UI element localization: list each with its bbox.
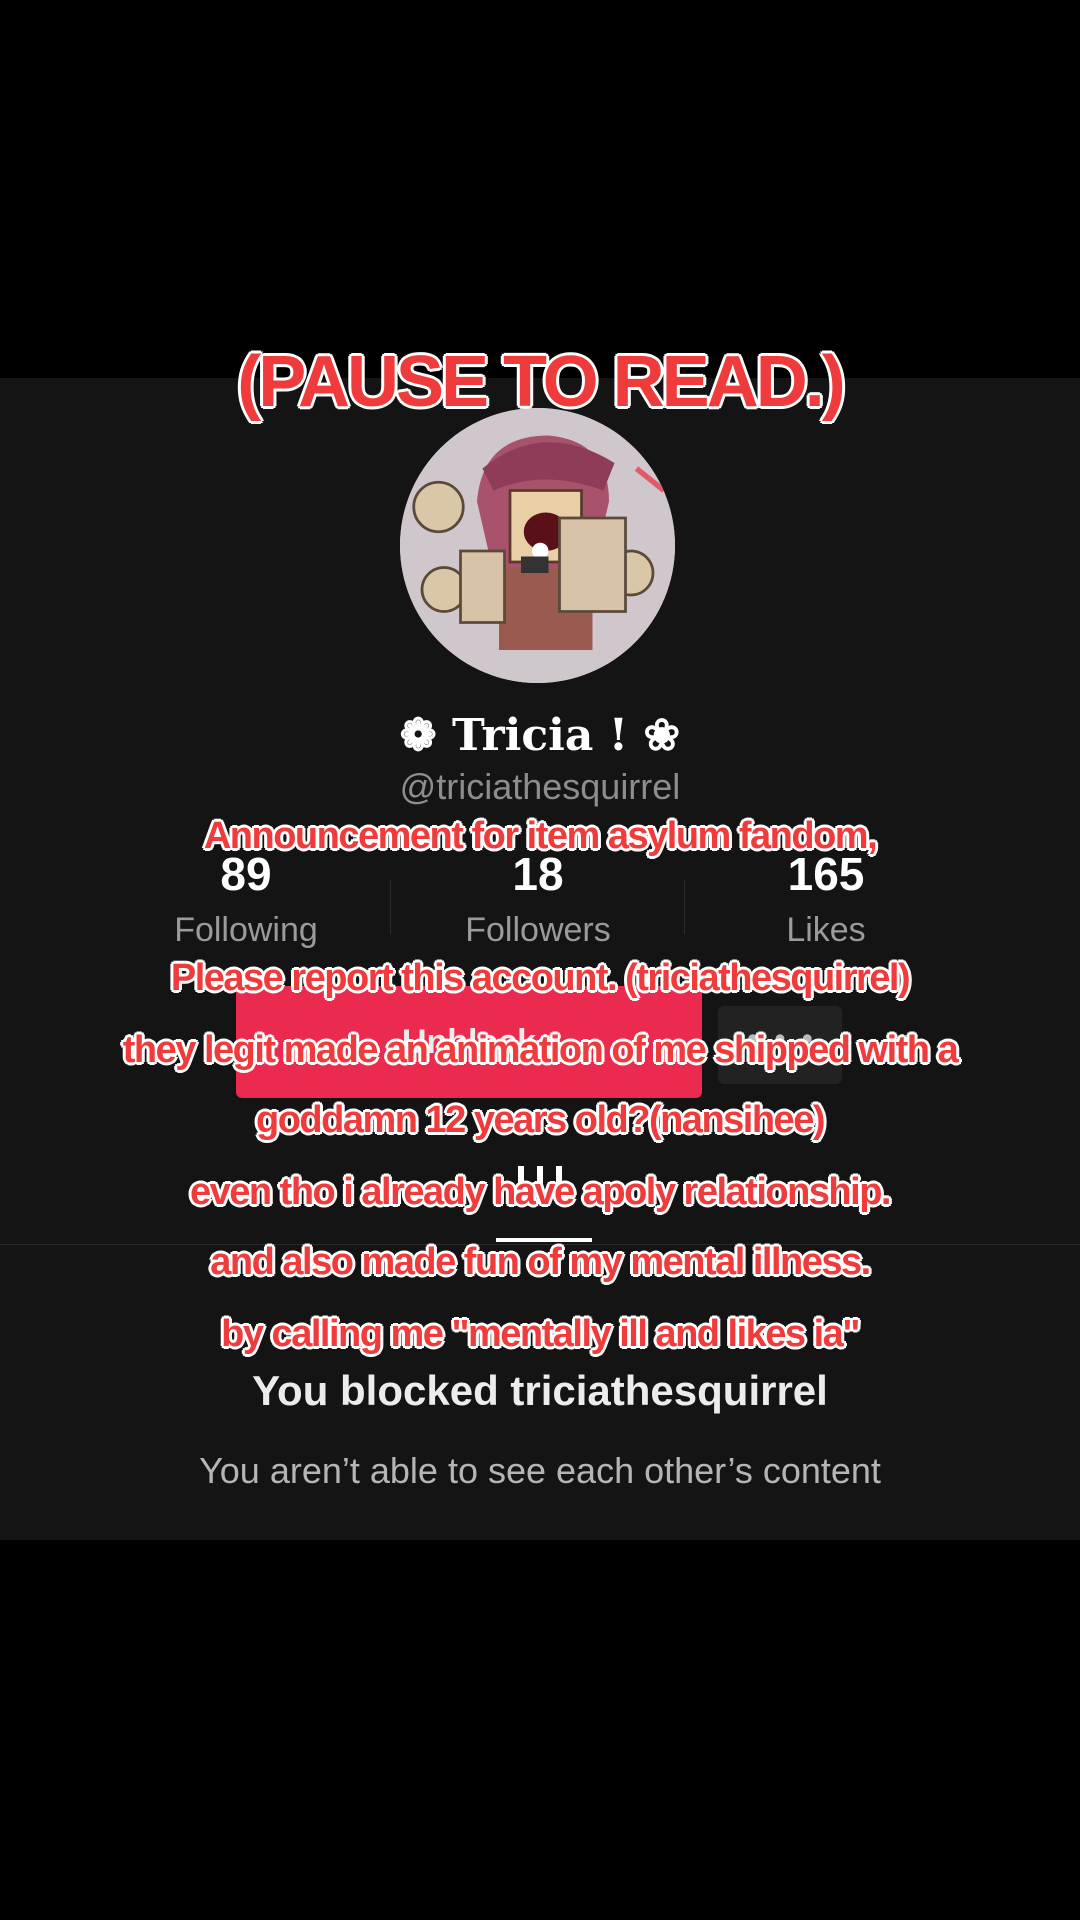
stat-followers[interactable]: 18 Followers [388,848,688,952]
stat-likes-label: Likes [786,911,866,949]
overlay-line: and also made fun of my mental illness. [210,1241,871,1283]
overlay-line: Please report this account. (triciathesq… [170,957,911,999]
stat-likes[interactable]: 165 Likes [676,848,976,952]
stat-following[interactable]: 89 Following [96,848,396,952]
overlay-line: they legit made an animation of me shipp… [122,1029,959,1071]
stat-followers-label: Followers [465,911,611,949]
screen: ❁ Tricia ! ❀ @triciathesquirrel 89 Follo… [0,0,1080,1920]
blocked-subtitle: You aren’t able to see each other’s cont… [199,1450,881,1491]
overlay-title: (PAUSE TO READ.) [237,342,845,422]
overlay-line: even tho i already have apoly relationsh… [190,1171,891,1213]
avatar-image [400,408,675,683]
overlay-line: by calling me "mentally ill and likes ia… [221,1313,860,1355]
stat-following-label: Following [174,911,318,949]
profile-handle: @triciathesquirrel [399,766,681,807]
profile-display-name: ❁ Tricia ! ❀ [399,710,681,761]
profile-avatar[interactable] [400,408,675,683]
blocked-title: You blocked triciathesquirrel [252,1367,828,1414]
overlay-line: goddamn 12 years old?(nansihee) [256,1099,825,1141]
overlay-line: Announcement for item asylum fandom, [203,815,878,857]
